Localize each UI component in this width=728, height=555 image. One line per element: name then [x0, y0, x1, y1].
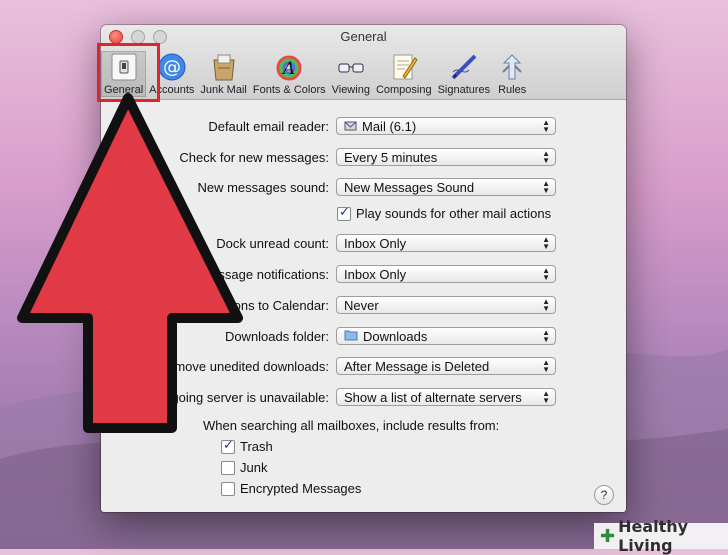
downloads-folder-popup[interactable]: Downloads ▲ ▼: [336, 327, 556, 345]
popup-arrows-icon: ▲ ▼: [542, 389, 550, 405]
encrypted-checkbox[interactable]: [221, 481, 235, 496]
default-email-reader-label: Default email reader:: [208, 119, 329, 134]
tab-junk-mail-label: Junk Mail: [200, 84, 247, 96]
popup-arrows-icon: ▲ ▼: [542, 179, 550, 195]
new-messages-sound-label: New messages sound:: [197, 180, 329, 195]
preferences-toolbar: General @ Accounts Junk Mail A Fonts & C…: [101, 51, 531, 97]
junk-checkbox[interactable]: [221, 460, 235, 475]
popup-arrows-icon: ▲ ▼: [542, 328, 550, 344]
new-messages-sound-value: New Messages Sound: [344, 180, 475, 195]
tab-viewing-label: Viewing: [331, 84, 370, 96]
general-settings-panel: Default email reader: Mail (6.1) ▲ ▼ Chec…: [101, 100, 626, 512]
popup-arrows-icon: ▲ ▼: [542, 235, 550, 251]
outgoing-unavailable-label: If outgoing server is unavailable:: [142, 390, 329, 405]
plus-logo-icon: ✚: [600, 525, 616, 547]
downloads-folder-label: Downloads folder:: [224, 329, 329, 344]
dock-unread-count-value: Inbox Only: [344, 236, 407, 251]
remove-unedited-popup[interactable]: After Message is Deleted ▲ ▼: [336, 357, 556, 375]
play-sounds-option[interactable]: Play sounds for other mail actions: [337, 204, 552, 221]
tab-rules[interactable]: Rules: [493, 51, 531, 97]
check-new-messages-label: Check for new messages:: [179, 150, 329, 165]
watermark-label: Healthy Living: [618, 517, 689, 555]
check-new-messages-row: Check for new messages: Every 5 minutes …: [101, 148, 626, 168]
at-sign-icon: @: [156, 51, 188, 83]
add-invitations-label: Add invitations to Calendar:: [170, 298, 329, 313]
new-message-notifications-row: New message notifications: Inbox Only ▲ ▼: [101, 265, 626, 285]
popup-arrows-icon: ▲ ▼: [542, 118, 550, 134]
search-trash-option[interactable]: Trash: [221, 437, 273, 454]
play-sounds-checkbox[interactable]: [337, 204, 351, 221]
svg-text:@: @: [163, 57, 181, 78]
tab-junk-mail[interactable]: Junk Mail: [197, 51, 249, 97]
dock-unread-count-row: Dock unread count: Inbox Only ▲ ▼: [101, 234, 626, 254]
add-invitations-row: Add invitations to Calendar: Never ▲ ▼: [101, 296, 626, 316]
outgoing-unavailable-row: If outgoing server is unavailable: Show …: [101, 388, 626, 408]
window-title: General: [340, 29, 387, 44]
watermark: ✚ Healthy Living: [594, 517, 728, 555]
junk-label: Junk: [240, 460, 268, 475]
new-message-notifications-popup[interactable]: Inbox Only ▲ ▼: [336, 265, 556, 283]
preferences-window: General General @ Accounts Junk Mail A F…: [101, 25, 626, 512]
new-messages-sound-popup[interactable]: New Messages Sound ▲ ▼: [336, 178, 556, 196]
default-email-reader-value: Mail (6.1): [362, 119, 417, 134]
dock-unread-count-label: Dock unread count:: [216, 236, 329, 251]
new-messages-sound-row: New messages sound: New Messages Sound ▲…: [101, 178, 626, 198]
downloads-folder-row: Downloads folder: Downloads ▲ ▼: [101, 327, 626, 347]
tab-fonts-colors-label: Fonts & Colors: [252, 84, 326, 96]
check-new-messages-popup[interactable]: Every 5 minutes ▲ ▼: [336, 148, 556, 166]
tab-signatures-label: Signatures: [437, 84, 491, 96]
popup-arrows-icon: ▲ ▼: [542, 297, 550, 313]
trash-checkbox[interactable]: [221, 437, 235, 454]
mail-app-icon: [344, 119, 357, 135]
rules-icon: [496, 51, 528, 83]
tab-viewing[interactable]: Viewing: [329, 51, 373, 97]
play-sounds-label: Play sounds for other mail actions: [356, 206, 552, 221]
default-email-reader-row: Default email reader: Mail (6.1) ▲ ▼: [101, 117, 626, 137]
remove-unedited-label: Remove unedited downloads:: [157, 359, 329, 374]
junk-mail-icon: [208, 51, 240, 83]
titlebar: General General @ Accounts Junk Mail A F…: [101, 25, 626, 100]
outgoing-unavailable-value: Show a list of alternate servers: [344, 390, 522, 405]
popup-arrows-icon: ▲ ▼: [542, 266, 550, 282]
tab-rules-label: Rules: [498, 84, 527, 96]
popup-arrows-icon: ▲ ▼: [542, 358, 550, 374]
search-encrypted-option[interactable]: Encrypted Messages: [221, 481, 361, 496]
search-junk-option[interactable]: Junk: [221, 460, 267, 475]
dock-unread-count-popup[interactable]: Inbox Only ▲ ▼: [336, 234, 556, 252]
folder-icon: [344, 329, 358, 344]
svg-text:A: A: [281, 59, 295, 79]
outgoing-unavailable-popup[interactable]: Show a list of alternate servers ▲ ▼: [336, 388, 556, 406]
trash-label: Trash: [240, 439, 273, 454]
remove-unedited-value: After Message is Deleted: [344, 359, 490, 374]
help-button[interactable]: ?: [594, 485, 614, 505]
add-invitations-value: Never: [344, 298, 379, 313]
tab-composing-label: Composing: [375, 84, 432, 96]
search-heading: When searching all mailboxes, include re…: [203, 418, 500, 433]
glasses-icon: [335, 51, 367, 83]
general-tab-highlight: [97, 43, 160, 102]
tab-signatures[interactable]: Signatures: [435, 51, 494, 97]
fonts-colors-icon: A: [273, 51, 305, 83]
check-new-messages-value: Every 5 minutes: [344, 150, 438, 165]
remove-unedited-row: Remove unedited downloads: After Message…: [101, 357, 626, 377]
popup-arrows-icon: ▲ ▼: [542, 149, 550, 165]
composing-pencil-icon: [388, 51, 420, 83]
tab-fonts-colors[interactable]: A Fonts & Colors: [250, 51, 329, 97]
encrypted-label: Encrypted Messages: [240, 481, 362, 496]
signature-pen-icon: [448, 51, 480, 83]
new-message-notifications-label: New message notifications:: [170, 267, 329, 282]
add-invitations-popup[interactable]: Never ▲ ▼: [336, 296, 556, 314]
default-email-reader-popup[interactable]: Mail (6.1) ▲ ▼: [336, 117, 556, 135]
downloads-folder-value: Downloads: [363, 329, 428, 344]
new-message-notifications-value: Inbox Only: [344, 267, 407, 282]
tab-composing[interactable]: Composing: [373, 51, 435, 97]
